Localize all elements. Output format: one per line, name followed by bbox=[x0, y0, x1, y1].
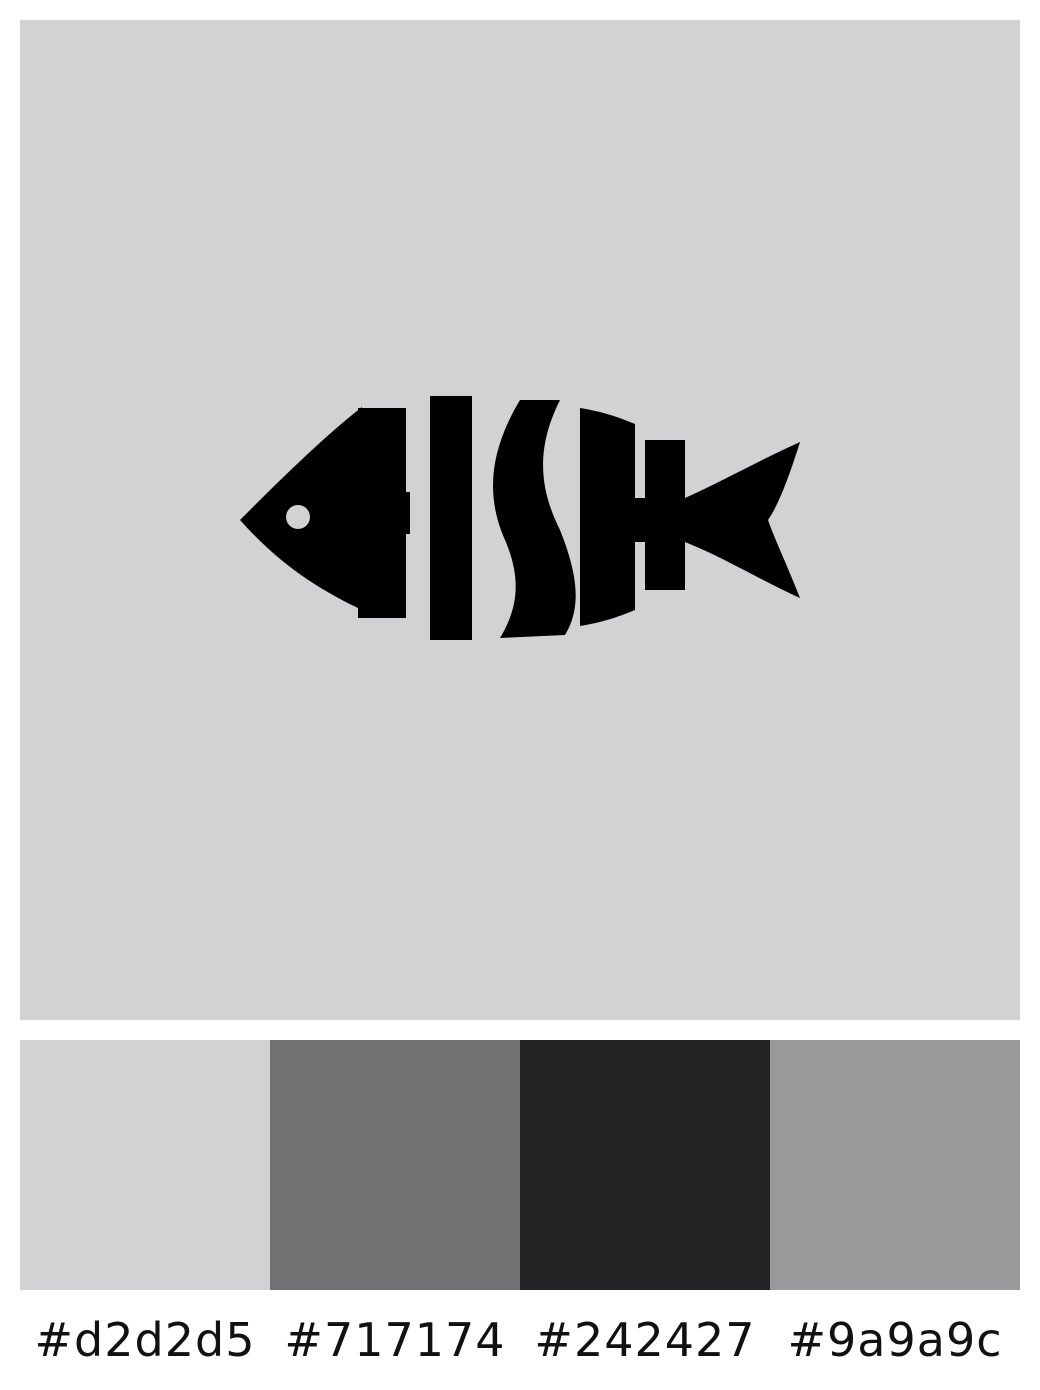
color-palette bbox=[20, 1040, 1020, 1290]
swatch-4 bbox=[770, 1040, 1020, 1290]
swatch-label-4: #9a9a9c bbox=[787, 1313, 1003, 1367]
swatch-label-2: #717174 bbox=[284, 1313, 506, 1367]
palette-labels: #d2d2d5 #717174 #242427 #9a9a9c bbox=[20, 1300, 1020, 1380]
swatch-label-3: #242427 bbox=[534, 1313, 756, 1367]
artwork-image bbox=[20, 20, 1020, 1020]
palette-card: #d2d2d5 #717174 #242427 #9a9a9c bbox=[0, 0, 1040, 1390]
fish-eye bbox=[286, 505, 310, 529]
swatch-2 bbox=[270, 1040, 520, 1290]
fish-logo-image bbox=[20, 20, 1020, 1020]
swatch-1 bbox=[20, 1040, 270, 1290]
swatch-label-1: #d2d2d5 bbox=[34, 1313, 256, 1367]
swatch-3 bbox=[520, 1040, 770, 1290]
